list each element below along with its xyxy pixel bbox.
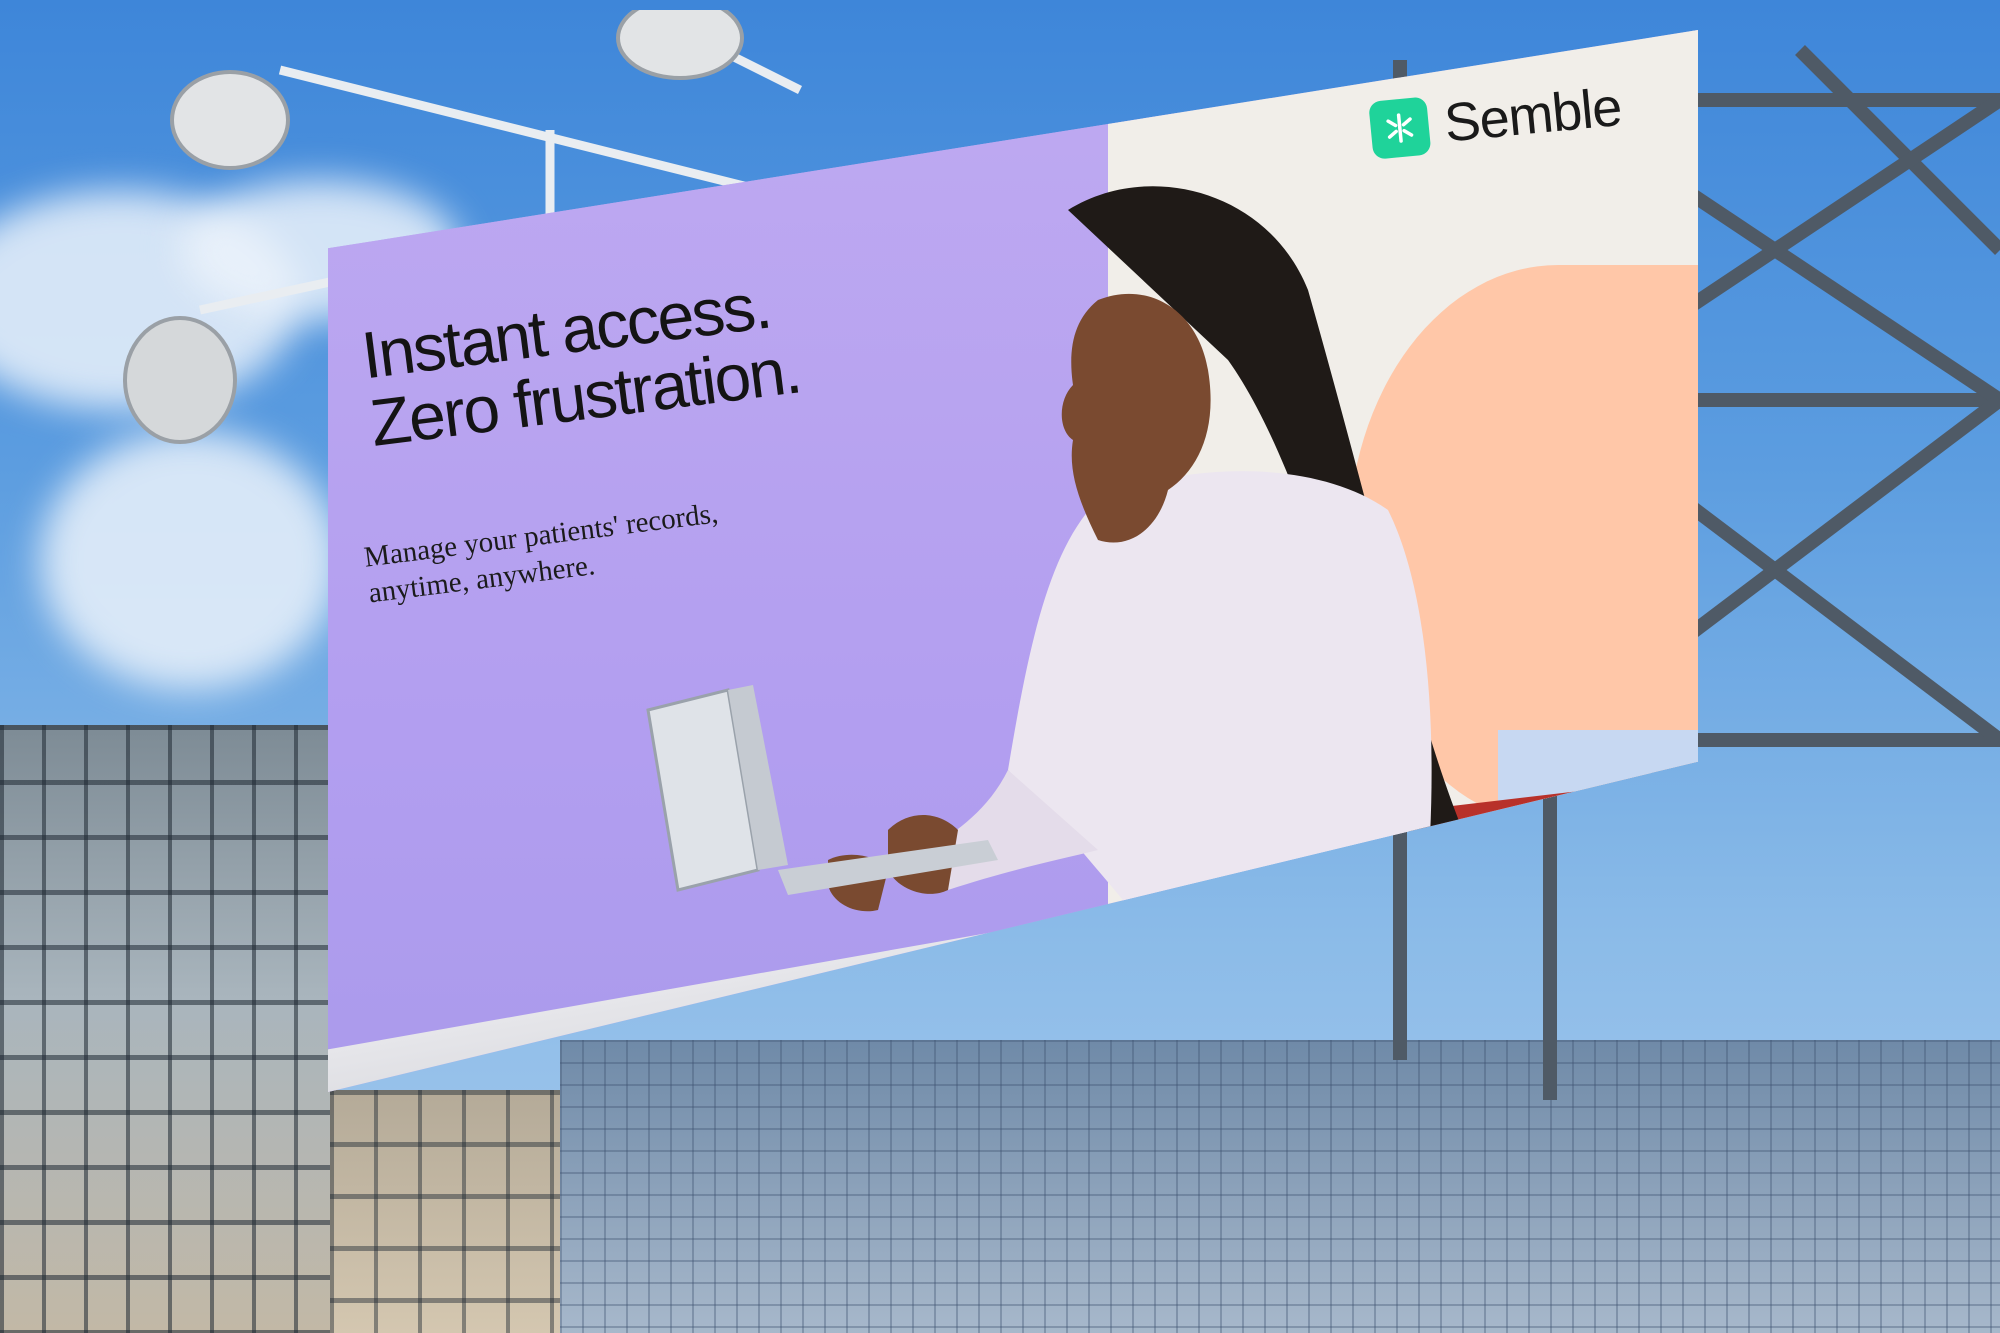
- glass-building-left: [0, 725, 330, 1333]
- billboard-scene: Instant access. Zero frustration. Manage…: [0, 0, 2000, 1333]
- semble-logo-icon: [1368, 96, 1432, 160]
- cloud: [40, 430, 340, 690]
- billboard-panel: Instant access. Zero frustration. Manage…: [328, 30, 1698, 1092]
- billboard: Instant access. Zero frustration. Manage…: [328, 30, 1698, 1190]
